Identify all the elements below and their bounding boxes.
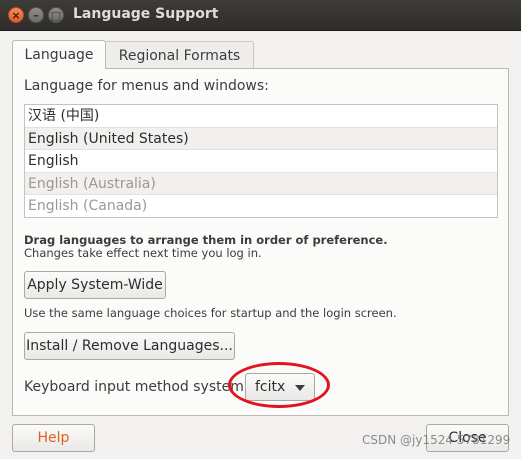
keyboard-input-method-select[interactable]: fcitx — [245, 373, 315, 401]
apply-system-wide-button[interactable]: Apply System-Wide — [24, 271, 166, 299]
tab-regional-formats[interactable]: Regional Formats — [106, 41, 254, 69]
keyboard-input-label: Keyboard input method system: — [24, 379, 249, 395]
window-close-icon[interactable]: × — [8, 7, 24, 23]
chevron-down-icon — [295, 385, 305, 391]
window-maximize-icon[interactable]: □ — [48, 7, 64, 23]
language-list-heading: Language for menus and windows: — [24, 78, 269, 94]
language-list[interactable]: 汉语 (中国) English (United States) English … — [24, 104, 498, 218]
title-bar: × – □ Language Support — [0, 0, 521, 31]
list-item[interactable]: English — [25, 150, 497, 173]
apply-description: Use the same language choices for startu… — [24, 306, 397, 320]
tab-language[interactable]: Language — [12, 40, 106, 69]
window-title: Language Support — [73, 6, 219, 22]
list-item[interactable]: English (United States) — [25, 127, 497, 150]
list-item[interactable]: English (Australia) — [25, 172, 497, 195]
window-minimize-icon[interactable]: – — [28, 7, 44, 23]
install-remove-languages-button[interactable]: Install / Remove Languages... — [24, 332, 235, 360]
change-hint: Changes take effect next time you log in… — [24, 246, 262, 260]
drag-hint: Drag languages to arrange them in order … — [24, 233, 388, 247]
help-button[interactable]: Help — [12, 424, 95, 452]
watermark: CSDN @jy1524 5781299 — [362, 433, 511, 447]
list-item[interactable]: 汉语 (中国) — [25, 105, 497, 128]
keyboard-input-method-value: fcitx — [255, 379, 286, 395]
list-item[interactable]: English (Canada) — [25, 195, 497, 217]
